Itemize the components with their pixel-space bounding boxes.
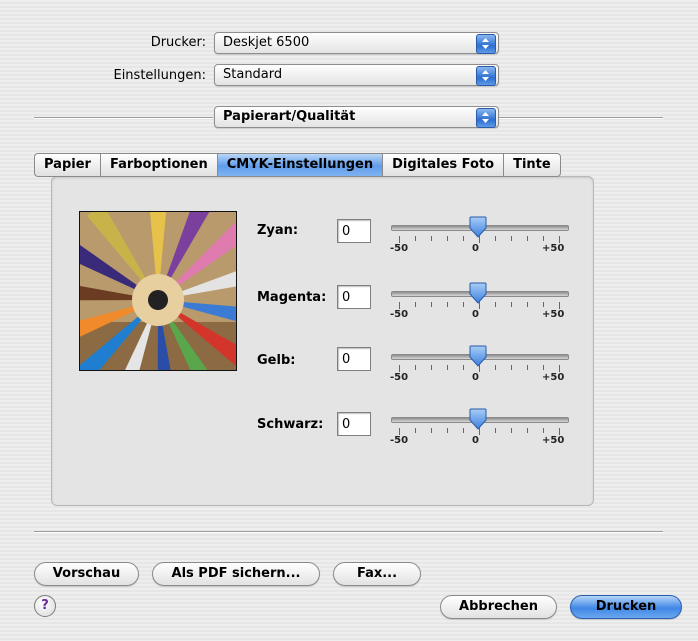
tab-bar: Papier Farboptionen CMYK-Einstellungen D…: [34, 153, 561, 177]
slider-tick: [543, 302, 544, 307]
help-icon[interactable]: ?: [34, 595, 56, 617]
slider-tick: [463, 428, 464, 433]
printer-popup[interactable]: Deskjet 6500: [214, 32, 499, 54]
slider-tick: [559, 365, 560, 372]
slider-knob[interactable]: [469, 216, 487, 242]
slider-tick: [495, 302, 496, 307]
schwarz-field[interactable]: 0: [337, 412, 371, 436]
preview-button[interactable]: Vorschau: [34, 562, 139, 586]
slider-tick: [559, 302, 560, 309]
slider-tick: [399, 302, 400, 309]
separator-right: [497, 117, 663, 119]
slider-tick: [527, 365, 528, 370]
slider-knob[interactable]: [469, 282, 487, 308]
slider-tick: [495, 236, 496, 241]
slider-tick: [463, 365, 464, 370]
settings-popup-value: Standard: [223, 67, 283, 82]
slider-knob[interactable]: [469, 345, 487, 371]
print-button[interactable]: Drucken: [570, 595, 682, 619]
slider-tick: [431, 236, 432, 241]
slider-tick: [559, 428, 560, 435]
magenta-field[interactable]: 0: [337, 285, 371, 309]
pane-popup-value: Papierart/Qualität: [223, 109, 356, 124]
settings-label: Einstellungen:: [113, 68, 206, 83]
slider-knob[interactable]: [469, 408, 487, 434]
slider-tick: [431, 428, 432, 433]
slider-tick: [543, 365, 544, 370]
slider-tick: [527, 302, 528, 307]
magenta-label: Magenta:: [257, 290, 327, 305]
slider-tick: [527, 236, 528, 241]
slider-tick: [559, 236, 560, 243]
printer-label: Drucker:: [150, 35, 206, 50]
zyan-slider[interactable]: -50 0 +50: [386, 214, 571, 258]
slider-tick: [399, 236, 400, 243]
slider-tick: [447, 302, 448, 307]
cancel-button[interactable]: Abbrechen: [440, 595, 557, 619]
slider-tick: [431, 302, 432, 307]
popup-arrows-icon: [476, 66, 496, 86]
separator-bottom: [34, 531, 663, 533]
slider-scale-mid: 0: [472, 435, 479, 446]
pane-popup[interactable]: Papierart/Qualität: [214, 106, 499, 128]
slider-tick: [511, 365, 512, 370]
slider-scale-min: -50: [390, 243, 409, 254]
slider-tick: [415, 302, 416, 307]
separator-left: [34, 117, 213, 119]
slider-scale-max: +50: [542, 372, 565, 383]
slider-scale-mid: 0: [472, 372, 479, 383]
slider-tick: [511, 428, 512, 433]
slider-scale-mid: 0: [472, 309, 479, 320]
popup-arrows-icon: [476, 34, 496, 54]
slider-tick: [447, 428, 448, 433]
slider-tick: [447, 236, 448, 241]
popup-arrows-icon: [476, 108, 496, 128]
fax-button[interactable]: Fax...: [333, 562, 421, 586]
slider-tick: [431, 365, 432, 370]
slider-tick: [415, 365, 416, 370]
settings-popup[interactable]: Standard: [214, 64, 499, 86]
slider-scale-max: +50: [542, 309, 565, 320]
tab-digitales-foto[interactable]: Digitales Foto: [383, 153, 505, 177]
gelb-field[interactable]: 0: [337, 347, 371, 371]
zyan-label: Zyan:: [257, 223, 299, 238]
tab-tinte[interactable]: Tinte: [504, 153, 561, 177]
slider-tick: [527, 428, 528, 433]
gelb-slider[interactable]: -50 0 +50: [386, 343, 571, 387]
tab-farboptionen[interactable]: Farboptionen: [100, 153, 218, 177]
slider-scale-min: -50: [390, 435, 409, 446]
preview-photo: [79, 211, 237, 371]
slider-tick: [511, 236, 512, 241]
slider-tick: [415, 428, 416, 433]
slider-tick: [495, 365, 496, 370]
tab-cmyk-einstellungen[interactable]: CMYK-Einstellungen: [217, 153, 384, 177]
slider-tick: [495, 428, 496, 433]
slider-scale-mid: 0: [472, 243, 479, 254]
slider-tick: [447, 365, 448, 370]
magenta-slider[interactable]: -50 0 +50: [386, 280, 571, 324]
slider-scale-min: -50: [390, 372, 409, 383]
schwarz-slider[interactable]: -50 0 +50: [386, 406, 571, 450]
slider-tick: [543, 428, 544, 433]
slider-scale-max: +50: [542, 435, 565, 446]
slider-tick: [463, 302, 464, 307]
slider-tick: [543, 236, 544, 241]
slider-tick: [415, 236, 416, 241]
printer-popup-value: Deskjet 6500: [223, 35, 310, 50]
gelb-label: Gelb:: [257, 353, 296, 368]
slider-scale-min: -50: [390, 309, 409, 320]
slider-tick: [399, 428, 400, 435]
slider-scale-max: +50: [542, 243, 565, 254]
slider-tick: [463, 236, 464, 241]
slider-tick: [511, 302, 512, 307]
tab-papier[interactable]: Papier: [34, 153, 101, 177]
schwarz-label: Schwarz:: [257, 417, 324, 432]
zyan-field[interactable]: 0: [337, 219, 371, 243]
save-pdf-button[interactable]: Als PDF sichern...: [152, 562, 320, 586]
slider-tick: [399, 365, 400, 372]
